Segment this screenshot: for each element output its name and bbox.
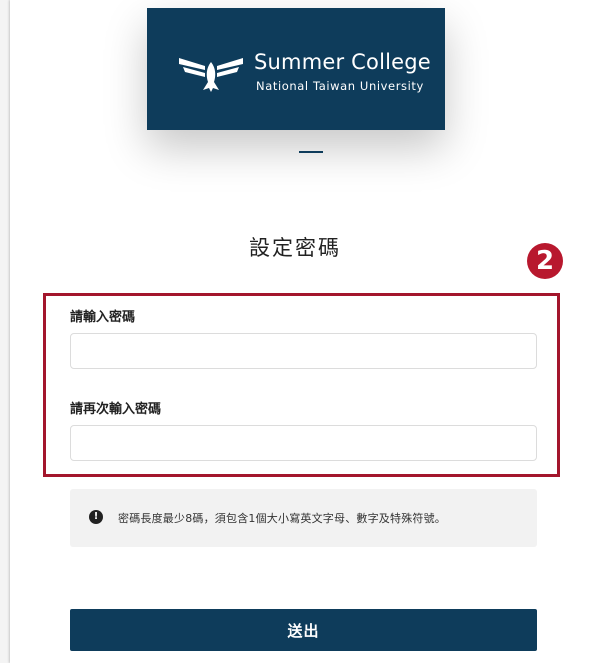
- password-input[interactable]: [70, 333, 537, 369]
- exclamation-circle-icon: !: [89, 510, 103, 524]
- confirm-password-label: 請再次輸入密碼: [70, 402, 162, 417]
- bird-logo-icon: [179, 58, 243, 92]
- brand-logo: Summer College National Taiwan Universit…: [147, 8, 445, 130]
- notice-text: 密碼長度最少8碼，須包含1個大小寫英文字母、數字及特殊符號。: [118, 512, 446, 525]
- brand-subtitle: National Taiwan University: [256, 79, 424, 93]
- password-label: 請輸入密碼: [70, 310, 136, 325]
- page-title: 設定密碼: [249, 236, 341, 260]
- step-badge: 2: [527, 243, 563, 279]
- confirm-password-input[interactable]: [70, 425, 537, 461]
- brand-title: Summer College: [254, 50, 431, 74]
- submit-button[interactable]: 送出: [70, 609, 537, 651]
- password-requirements-notice: ! 密碼長度最少8碼，須包含1個大小寫英文字母、數字及特殊符號。: [70, 489, 537, 547]
- title-divider: [299, 151, 323, 153]
